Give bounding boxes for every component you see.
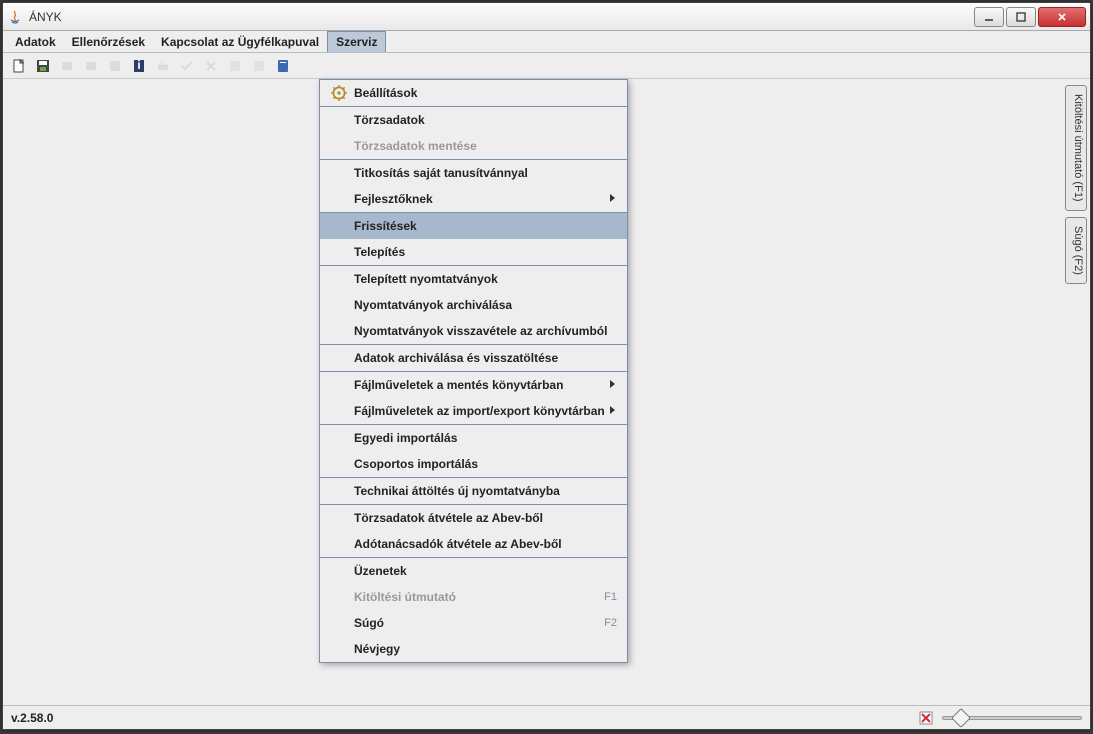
menu-item-label: Fájlműveletek az import/export könyvtárb…	[354, 404, 609, 418]
save-icon[interactable]	[33, 56, 53, 76]
tool-4-icon	[81, 56, 101, 76]
menu-item-label: Adótanácsadók átvétele az Abev-ből	[354, 537, 617, 551]
side-tabs: Kitöltési útmutató (F1) Súgó (F2)	[1062, 79, 1090, 705]
menu-item-label: Törzsadatok	[354, 113, 617, 127]
body-area: Beállítások Törzsadatok Törzsadatok mentés…	[3, 79, 1090, 705]
menu-item-label: Csoportos importálás	[354, 457, 617, 471]
menu-item-csoportos-import-l-s[interactable]: Csoportos importálás	[320, 451, 627, 477]
menu-item-label: Titkosítás saját tanusítvánnyal	[354, 166, 617, 180]
menu-item-label: Nyomtatványok archiválása	[354, 298, 617, 312]
tool-10-icon	[225, 56, 245, 76]
menu-item-label: Adatok archiválása és visszatöltése	[354, 351, 617, 365]
menu-item-adatok-archiv-l-sa-s-visszat-lt-se[interactable]: Adatok archiválása és visszatöltése	[320, 345, 627, 371]
menu-item-label: Fájlműveletek a mentés könyvtárban	[354, 378, 609, 392]
menu-item-nyomtatv-nyok-visszav-tele-az-arch-vumb-l[interactable]: Nyomtatványok visszavétele az archívumbó…	[320, 318, 627, 344]
menu-item-ad-tan-csad-k-tv-tele-az-abev-b-l[interactable]: Adótanácsadók átvétele az Abev-ből	[320, 531, 627, 557]
menu-kapcsolat[interactable]: Kapcsolat az Ügyfélkapuval	[153, 31, 327, 52]
menubar: Adatok Ellenőrzések Kapcsolat az Ügyfélk…	[3, 31, 1090, 53]
menu-adatok[interactable]: Adatok	[7, 31, 64, 52]
menu-item-n-vjegy[interactable]: Névjegy	[320, 636, 627, 662]
toolbar: i	[3, 53, 1090, 79]
menu-item-label: Technikai áttöltés új nyomtatványba	[354, 484, 617, 498]
tool-3-icon	[57, 56, 77, 76]
book-icon[interactable]	[273, 56, 293, 76]
menu-item-label: Törzsadatok mentése	[354, 139, 617, 153]
menu-item-telep-t-s[interactable]: Telepítés	[320, 239, 627, 265]
menu-item-label: Névjegy	[354, 642, 617, 656]
window-controls	[974, 7, 1086, 27]
menu-item-t-rzsadatok-tv-tele-az-abev-b-l[interactable]: Törzsadatok átvétele az Abev-ből	[320, 505, 627, 531]
shortcut-label: F2	[604, 617, 617, 629]
check-icon	[177, 56, 197, 76]
menu-item-label: Telepítés	[354, 245, 617, 259]
minimize-button[interactable]	[974, 7, 1004, 27]
titlebar: ÁNYK	[3, 3, 1090, 31]
version-label: v.2.58.0	[11, 711, 53, 725]
szerviz-dropdown: Beállítások Törzsadatok Törzsadatok mentés…	[319, 79, 628, 663]
java-icon	[7, 9, 23, 25]
submenu-arrow-icon	[609, 378, 617, 392]
shortcut-label: F1	[604, 591, 617, 603]
submenu-arrow-icon	[609, 192, 617, 206]
menu-item-label: Üzenetek	[354, 564, 617, 578]
menu-item-label: Törzsadatok átvétele az Abev-ből	[354, 511, 617, 525]
menu-item-telep-tett-nyomtatv-nyok[interactable]: Telepített nyomtatványok	[320, 266, 627, 292]
submenu-arrow-icon	[609, 404, 617, 418]
menu-item-titkos-t-s-saj-t-tanus-tv-nnyal[interactable]: Titkosítás saját tanusítvánnyal	[320, 160, 627, 186]
menu-item-f-jlm-veletek-az-import-export-k-nyvt-rban[interactable]: Fájlműveletek az import/export könyvtárb…	[320, 398, 627, 424]
close-button[interactable]	[1038, 7, 1086, 27]
gear-icon	[330, 84, 348, 102]
menu-item-s-g[interactable]: SúgóF2	[320, 610, 627, 636]
menu-item-label: Fejlesztőknek	[354, 192, 609, 206]
zoom-slider[interactable]	[942, 710, 1082, 726]
svg-text:i: i	[137, 58, 140, 72]
menu-item-be-ll-t-sok[interactable]: Beállítások	[320, 80, 627, 106]
menu-item-label: Egyedi importálás	[354, 431, 617, 445]
menu-item-t-rzsadatok[interactable]: Törzsadatok	[320, 107, 627, 133]
menu-item-label: Telepített nyomtatványok	[354, 272, 617, 286]
menu-item-kit-lt-si-tmutat: Kitöltési útmutatóF1	[320, 584, 627, 610]
menu-szerviz[interactable]: Szerviz	[327, 31, 386, 52]
menu-ellenorzesek[interactable]: Ellenőrzések	[64, 31, 153, 52]
print-icon	[153, 56, 173, 76]
menu-item-f-jlm-veletek-a-ment-s-k-nyvt-rban[interactable]: Fájlműveletek a mentés könyvtárban	[320, 372, 627, 398]
menu-item-friss-t-sek[interactable]: Frissítések	[320, 213, 627, 239]
menu-item-egyedi-import-l-s[interactable]: Egyedi importálás	[320, 425, 627, 451]
tool-5-icon	[105, 56, 125, 76]
slider-thumb[interactable]	[951, 708, 971, 728]
side-tab-guide[interactable]: Kitöltési útmutató (F1)	[1065, 85, 1087, 211]
menu-item-label: Frissítések	[354, 219, 617, 233]
menu-item-label: Nyomtatványok visszavétele az archívumbó…	[354, 324, 617, 338]
tool-11-icon	[249, 56, 269, 76]
menu-item-zenetek[interactable]: Üzenetek	[320, 558, 627, 584]
menu-item-nyomtatv-nyok-archiv-l-sa[interactable]: Nyomtatványok archiválása	[320, 292, 627, 318]
menu-item-label: Kitöltési útmutató	[354, 590, 604, 604]
status-error-icon[interactable]	[918, 710, 934, 726]
menu-item-label: Beállítások	[354, 86, 617, 100]
new-icon[interactable]	[9, 56, 29, 76]
maximize-button[interactable]	[1006, 7, 1036, 27]
info-icon[interactable]: i	[129, 56, 149, 76]
content-area: Beállítások Törzsadatok Törzsadatok mentés…	[3, 79, 1062, 705]
menu-item-t-rzsadatok-ment-se: Törzsadatok mentése	[320, 133, 627, 159]
delete-icon	[201, 56, 221, 76]
side-tab-help[interactable]: Súgó (F2)	[1065, 217, 1087, 284]
menu-item-label: Súgó	[354, 616, 604, 630]
menu-item-fejleszt-knek[interactable]: Fejlesztőknek	[320, 186, 627, 212]
menu-item-technikai-tt-lt-s-j-nyomtatv-nyba[interactable]: Technikai áttöltés új nyomtatványba	[320, 478, 627, 504]
statusbar: v.2.58.0	[3, 705, 1090, 729]
app-window: ÁNYK Adatok Ellenőrzések Kapcsolat az Üg…	[2, 2, 1091, 730]
window-title: ÁNYK	[29, 10, 974, 24]
